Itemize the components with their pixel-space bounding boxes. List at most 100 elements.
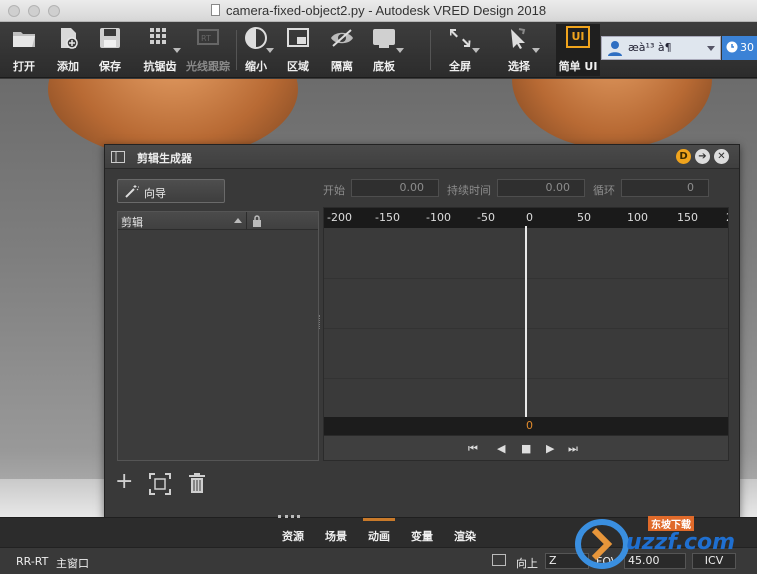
add-file-icon bbox=[61, 28, 78, 49]
zoom-label: 缩小 bbox=[245, 60, 267, 73]
clip-timeline[interactable]: -200 -150 -100 -50 0 50 100 150 2 0 ⏮ ◀ … bbox=[323, 207, 729, 461]
raytracing-icon: RT bbox=[197, 29, 219, 45]
ruler-tick: 0 bbox=[526, 211, 533, 224]
tab-assets[interactable]: 资源 bbox=[282, 528, 304, 544]
antialias-button[interactable]: 抗锯齿 bbox=[138, 24, 182, 76]
ruler-tick: -200 bbox=[327, 211, 352, 224]
sort-ascending-icon[interactable] bbox=[234, 218, 242, 223]
antialias-label: 抗锯齿 bbox=[143, 60, 177, 73]
isolate-button[interactable]: 隔离 bbox=[322, 24, 362, 76]
toolbar-separator bbox=[430, 30, 431, 70]
window-titlebar: camera-fixed-object2.py - Autodesk VRED … bbox=[0, 0, 757, 22]
toolbar-separator bbox=[236, 30, 237, 70]
add-clip-icon[interactable]: + bbox=[115, 469, 133, 494]
clips-list-panel[interactable]: 剪辑 bbox=[117, 211, 319, 461]
vred-app: camera-fixed-object2.py - Autodesk VRED … bbox=[0, 0, 757, 574]
clips-header: 剪辑 bbox=[118, 212, 318, 230]
raytracing-label: 光线跟踪 bbox=[186, 60, 230, 73]
select-dropdown-caret[interactable] bbox=[532, 48, 540, 53]
svg-text:RT: RT bbox=[201, 34, 211, 43]
fullscreen-arrows-icon bbox=[450, 29, 471, 47]
duration-field[interactable]: 0.00 bbox=[497, 179, 585, 197]
region-icon bbox=[287, 28, 309, 47]
notification-badge[interactable]: 30 bbox=[722, 36, 757, 60]
zoom-half-circle-icon bbox=[245, 27, 267, 49]
save-label: 保存 bbox=[99, 60, 121, 73]
start-label: 开始 bbox=[323, 184, 345, 197]
save-button[interactable]: 保存 bbox=[90, 24, 130, 76]
fullscreen-dropdown-caret[interactable] bbox=[472, 48, 480, 53]
dialog-titlebar[interactable]: 剪辑生成器 D ➔ ✕ bbox=[105, 145, 739, 169]
region-button[interactable]: 区域 bbox=[280, 24, 316, 76]
close-dialog-icon[interactable]: ✕ bbox=[714, 149, 729, 164]
isolate-label: 隔离 bbox=[331, 60, 353, 73]
wizard-button[interactable]: 向导 bbox=[117, 179, 225, 203]
ruler-tick: -50 bbox=[477, 211, 495, 224]
play-forward-icon[interactable]: ▶ bbox=[546, 442, 554, 455]
add-label: 添加 bbox=[57, 60, 79, 73]
fullscreen-label: 全屏 bbox=[449, 60, 471, 73]
fullscreen-button[interactable]: 全屏 bbox=[440, 24, 480, 76]
add-button[interactable]: 添加 bbox=[48, 24, 88, 76]
dialog-window-icon bbox=[111, 151, 125, 163]
ruler-tick: 2 bbox=[726, 211, 728, 224]
frame-clip-icon[interactable] bbox=[149, 473, 171, 495]
select-label: 选择 bbox=[508, 60, 530, 73]
floor-dropdown-caret[interactable] bbox=[396, 48, 404, 53]
zoom-out-button[interactable]: 缩小 bbox=[238, 24, 274, 76]
skip-to-start-icon[interactable]: ⏮ bbox=[468, 442, 478, 456]
simple-ui-label: 简单 UI bbox=[558, 60, 598, 73]
user-dropdown-caret[interactable] bbox=[707, 46, 715, 51]
tab-scene[interactable]: 场景 bbox=[325, 528, 347, 544]
transport-controls: ⏮ ◀ ■ ▶ ⏭ bbox=[324, 435, 728, 460]
raytracing-button[interactable]: RT 光线跟踪 bbox=[183, 24, 233, 76]
start-field[interactable]: 0.00 bbox=[351, 179, 439, 197]
select-arrow-icon bbox=[511, 28, 526, 49]
timeline-playhead[interactable] bbox=[525, 226, 527, 417]
window-name-status: 主窗口 bbox=[56, 557, 89, 570]
ruler-tick: 50 bbox=[577, 211, 591, 224]
simple-ui-icon: UI bbox=[566, 26, 590, 48]
eye-icon bbox=[331, 29, 353, 47]
simple-ui-button[interactable]: UI 简单 UI bbox=[556, 24, 600, 76]
grip-handle[interactable] bbox=[278, 515, 300, 520]
loop-label: 循环 bbox=[593, 184, 615, 197]
zoom-dropdown-caret[interactable] bbox=[266, 48, 274, 53]
clock-icon bbox=[726, 41, 738, 53]
select-button[interactable]: 选择 bbox=[498, 24, 540, 76]
clips-header-label: 剪辑 bbox=[121, 216, 143, 229]
trash-icon[interactable] bbox=[189, 473, 205, 493]
tab-animation[interactable]: 动画 bbox=[368, 528, 390, 544]
dock-badge-button[interactable]: D bbox=[676, 149, 691, 164]
main-toolbar: 打开 添加 保存 抗锯齿 RT 光线跟踪 缩小 区域 隔离 底板 全屏 选择 U… bbox=[0, 22, 757, 78]
stop-icon[interactable]: ■ bbox=[521, 442, 531, 455]
floor-label: 底板 bbox=[373, 60, 395, 73]
tab-variants[interactable]: 变量 bbox=[411, 528, 433, 544]
floor-button[interactable]: 底板 bbox=[364, 24, 404, 76]
terminal-icon[interactable] bbox=[492, 554, 506, 566]
floor-plane-icon bbox=[373, 29, 395, 48]
tab-render[interactable]: 渲染 bbox=[454, 528, 476, 544]
notification-count: 30 bbox=[740, 41, 754, 54]
column-divider bbox=[246, 212, 247, 230]
antialias-dropdown-caret[interactable] bbox=[173, 48, 181, 53]
open-button[interactable]: 打开 bbox=[4, 24, 44, 76]
user-account-dropdown[interactable]: æà¹³ à¶ bbox=[601, 36, 721, 60]
lock-icon[interactable] bbox=[252, 215, 262, 227]
skip-to-end-icon[interactable]: ⏭ bbox=[568, 442, 578, 456]
play-backward-icon[interactable]: ◀ bbox=[497, 442, 505, 455]
timeline-ruler: -200 -150 -100 -50 0 50 100 150 2 bbox=[324, 208, 728, 228]
loop-field[interactable]: 0 bbox=[621, 179, 709, 197]
up-axis-label: 向上 bbox=[516, 557, 538, 570]
detach-arrow-icon[interactable]: ➔ bbox=[695, 149, 710, 164]
wizard-label: 向导 bbox=[144, 187, 166, 200]
render-mode-status: RR-RT bbox=[16, 555, 49, 568]
dialog-title: 剪辑生成器 bbox=[137, 152, 192, 165]
up-axis-value: Z bbox=[549, 554, 557, 567]
current-frame-label: 0 bbox=[526, 419, 533, 432]
open-label: 打开 bbox=[13, 60, 35, 73]
panel-splitter-handle[interactable] bbox=[319, 315, 322, 329]
window-title: camera-fixed-object2.py - Autodesk VRED … bbox=[225, 3, 547, 18]
ruler-tick: 150 bbox=[677, 211, 698, 224]
duration-label: 持续时间 bbox=[447, 184, 491, 197]
